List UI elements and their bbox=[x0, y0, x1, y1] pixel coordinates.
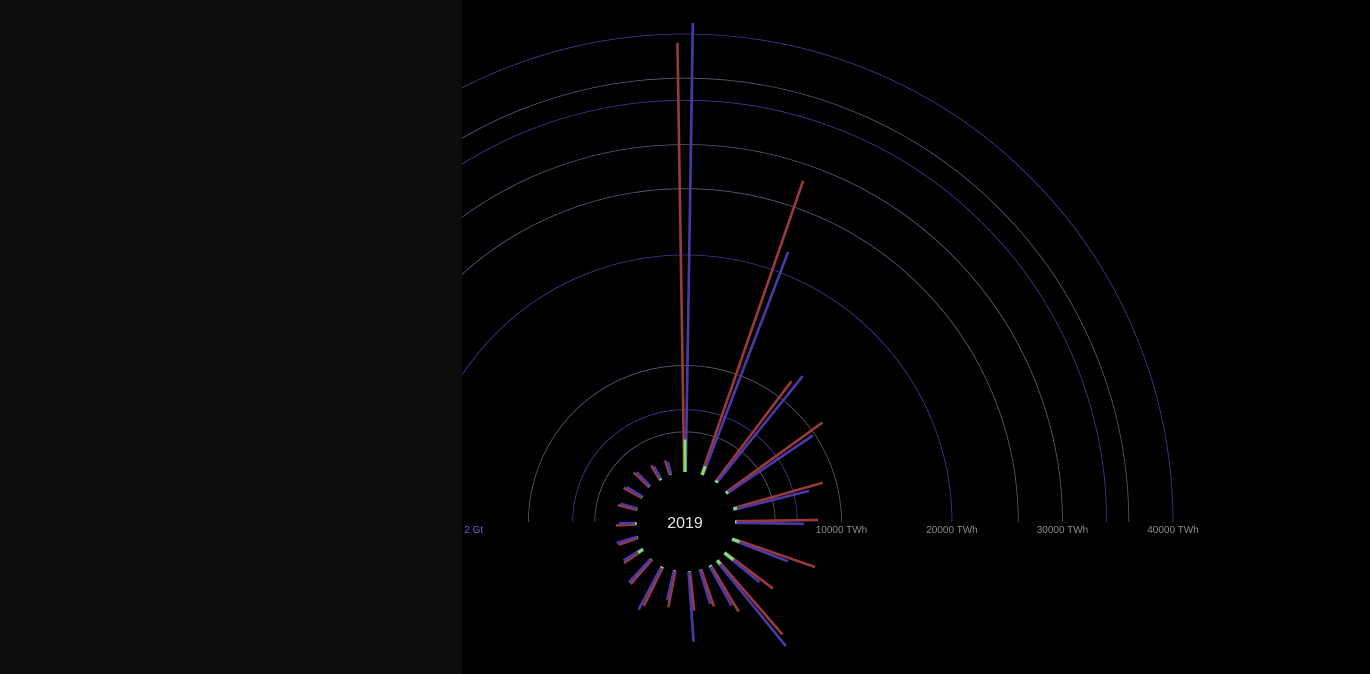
twh-ring bbox=[462, 254, 953, 523]
gt-tick-label: Gt bbox=[381, 525, 392, 536]
bar-series-a[interactable] bbox=[724, 421, 824, 494]
bar-series-c[interactable] bbox=[732, 506, 738, 511]
bar-series-b[interactable] bbox=[684, 22, 695, 473]
bar-series-b[interactable] bbox=[635, 471, 652, 487]
bar-series-a[interactable] bbox=[714, 380, 793, 483]
bar-series-c[interactable] bbox=[708, 564, 713, 568]
radial-bar-chart: 10000 TWh 20000 TWh 30000 TWh 40000 TWh 2 Gt… bbox=[381, 22, 1199, 647]
bar-series-b[interactable] bbox=[734, 521, 804, 526]
bar-series-a[interactable] bbox=[629, 558, 654, 585]
bar-series-c[interactable] bbox=[725, 490, 729, 495]
bar-series-b[interactable] bbox=[627, 557, 652, 584]
bar-series-a[interactable] bbox=[732, 481, 824, 510]
bar-series-a[interactable] bbox=[700, 180, 805, 476]
bar-series-b[interactable] bbox=[733, 489, 810, 512]
bar-series-a[interactable] bbox=[734, 518, 819, 523]
bar-series-a[interactable] bbox=[615, 523, 636, 527]
bar-series-c[interactable] bbox=[658, 477, 663, 481]
bar-series-b[interactable] bbox=[731, 538, 789, 563]
bar-series-a[interactable] bbox=[699, 568, 716, 607]
bar-series-a[interactable] bbox=[642, 566, 665, 607]
bar-series-b[interactable] bbox=[698, 569, 712, 605]
bar-group bbox=[615, 22, 824, 647]
year-label: 2019 bbox=[667, 515, 703, 532]
axis-labels: 10000 TWh 20000 TWh 30000 TWh 40000 TWh 2 Gt… bbox=[381, 525, 1199, 536]
twh-tick-label: 10000 TWh bbox=[816, 525, 868, 536]
bar-series-a[interactable] bbox=[676, 42, 686, 473]
bar-series-c[interactable] bbox=[660, 565, 664, 569]
gt-tick-label: 2 Gt bbox=[464, 525, 483, 536]
twh-tick-label: 40000 TWh bbox=[1147, 525, 1199, 536]
bar-series-b[interactable] bbox=[725, 434, 814, 496]
bar-series-c[interactable] bbox=[714, 479, 719, 484]
twh-tick-label: 20000 TWh bbox=[926, 525, 978, 536]
bar-series-a[interactable] bbox=[731, 537, 816, 569]
twh-ring bbox=[462, 188, 1019, 523]
bar-series-a[interactable] bbox=[632, 471, 650, 489]
twh-tick-label: 30000 TWh bbox=[1037, 525, 1089, 536]
